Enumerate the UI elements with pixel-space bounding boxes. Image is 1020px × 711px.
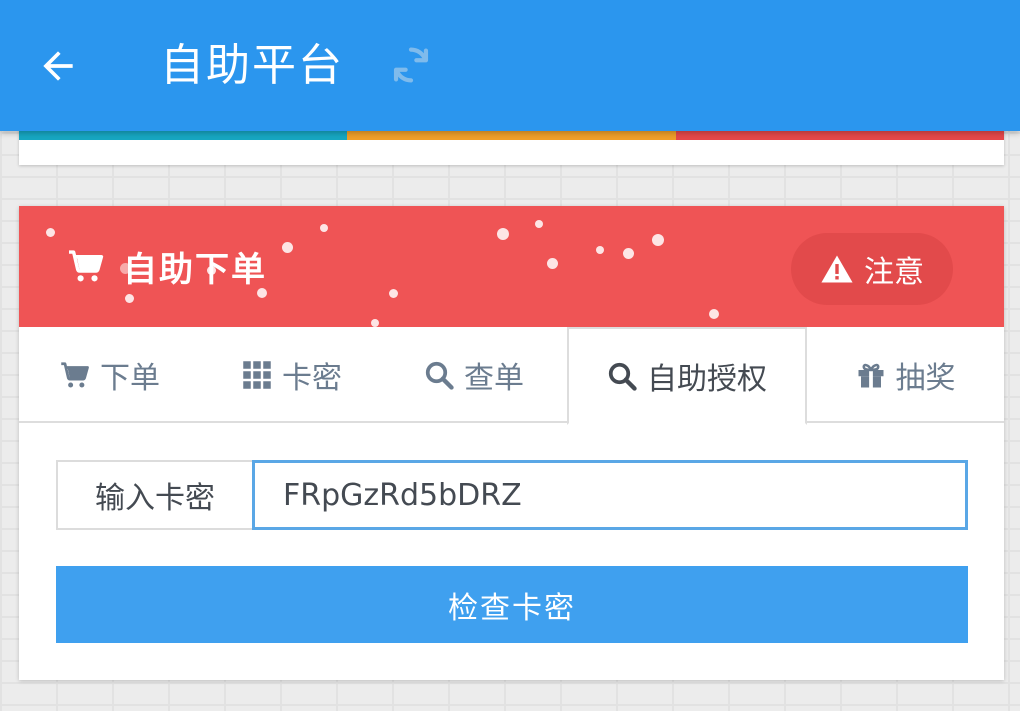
- snow-dot: [535, 220, 543, 228]
- snow-dot: [125, 294, 134, 303]
- tab-label: 卡密: [282, 361, 342, 396]
- snow-dot: [547, 258, 558, 269]
- cardkey-input[interactable]: [252, 460, 968, 530]
- refresh-button[interactable]: [386, 40, 436, 90]
- back-button[interactable]: [30, 38, 86, 94]
- tab-cardkey[interactable]: 卡密: [201, 327, 383, 423]
- cart-icon: [61, 362, 89, 388]
- cart-icon: [69, 250, 104, 282]
- stripe-orange: [347, 131, 676, 140]
- order-card: 自助下单 注意 下单 卡密 查单 自助授权 抽奖 输入卡密 FRpGzRd5bD…: [19, 206, 1004, 680]
- stripe-teal: [19, 131, 348, 140]
- card-title: 自助下单: [67, 236, 267, 296]
- input-label: 输入卡密: [56, 460, 252, 530]
- snow-dot: [46, 228, 55, 237]
- snow-dot: [120, 263, 131, 274]
- snow-dot: [207, 266, 216, 275]
- warning-icon: [821, 255, 853, 283]
- color-stripes: [19, 131, 1004, 140]
- tab-lottery[interactable]: 抽奖: [807, 327, 1004, 423]
- tab-bar: 下单 卡密 查单 自助授权 抽奖: [19, 327, 1004, 425]
- app-bar: 自助平台: [0, 0, 1020, 131]
- notice-button[interactable]: 注意: [791, 233, 953, 305]
- tab-label: 自助授权: [647, 362, 767, 397]
- tab-label: 下单: [100, 361, 160, 396]
- snow-dot: [623, 248, 634, 259]
- snow-dot: [596, 246, 604, 254]
- arrow-left-icon: [43, 51, 73, 81]
- snow-dot: [652, 234, 664, 246]
- tab-order[interactable]: 下单: [19, 327, 201, 423]
- card-header: 自助下单 注意: [19, 206, 1004, 327]
- refresh-icon: [393, 47, 429, 83]
- cardkey-input-group: 输入卡密: [56, 460, 968, 530]
- search-icon: [425, 361, 454, 390]
- tab-self-auth[interactable]: 自助授权: [567, 327, 807, 425]
- grid-icon: [243, 361, 271, 389]
- card-title-text: 自助下单: [123, 249, 267, 290]
- snow-dot: [709, 309, 719, 319]
- tab-query[interactable]: 查单: [383, 327, 565, 423]
- snow-dot: [282, 242, 293, 253]
- tab-label: 抽奖: [895, 361, 956, 396]
- snow-dot: [497, 228, 509, 240]
- snow-dot: [389, 289, 398, 298]
- check-cardkey-button[interactable]: 检查卡密: [56, 566, 968, 643]
- snow-dot: [257, 288, 267, 298]
- notice-label: 注意: [864, 255, 924, 290]
- gift-icon: [858, 363, 883, 388]
- snow-dot: [320, 224, 328, 232]
- tab-label: 查单: [464, 361, 524, 396]
- stripe-red: [675, 131, 1004, 140]
- snow-dot: [371, 319, 379, 327]
- page-title: 自助平台: [160, 40, 344, 91]
- search-icon: [608, 362, 637, 391]
